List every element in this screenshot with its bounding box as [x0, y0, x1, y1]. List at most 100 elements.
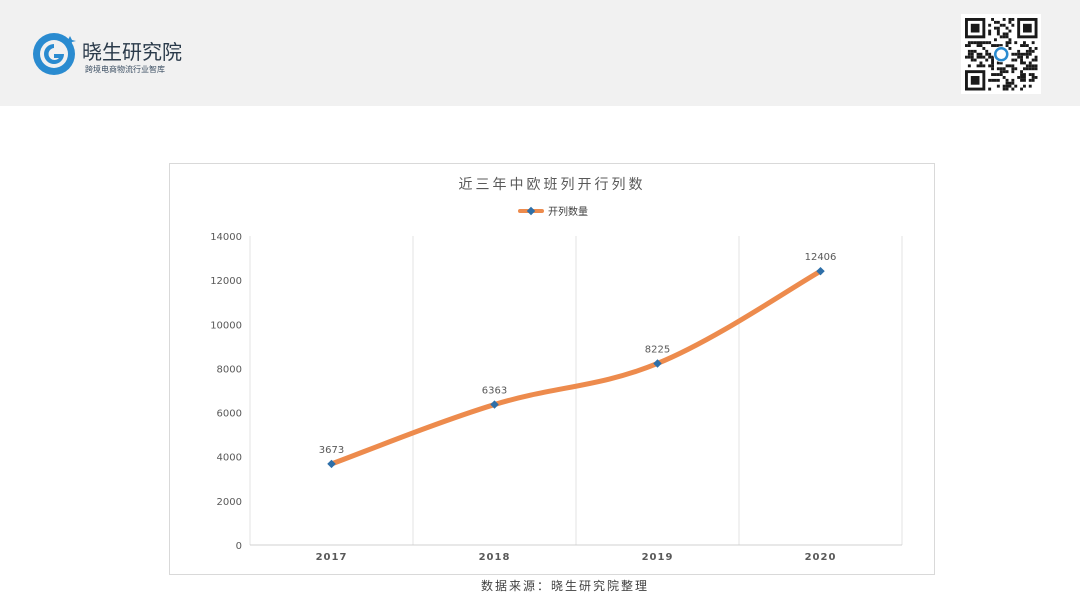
qr-module — [1011, 58, 1015, 62]
qr-code-icon — [961, 14, 1041, 94]
qr-module — [1031, 41, 1035, 45]
qr-module — [994, 73, 997, 76]
qr-module — [1028, 52, 1032, 56]
y-tick-label: 12000 — [210, 276, 242, 287]
qr-module — [1034, 58, 1038, 62]
qr-module — [970, 52, 974, 56]
qr-module — [996, 32, 1000, 36]
qr-module — [1011, 70, 1015, 74]
qr-module — [999, 73, 1003, 76]
qr-module — [996, 73, 1000, 76]
qr-module — [985, 41, 989, 45]
qr-module — [970, 55, 974, 59]
qr-module — [979, 61, 983, 65]
line-chart: 0 2000 4000 6000 8000 10000 12000 14000 2017 2018… — [210, 232, 903, 563]
qr-module — [994, 26, 997, 30]
qr-module — [1008, 81, 1012, 85]
qr-module — [1017, 52, 1021, 56]
qr-module — [1020, 73, 1023, 76]
qr-module — [1020, 55, 1023, 59]
qr-module — [999, 35, 1003, 39]
qr-module — [991, 64, 994, 68]
qr-module — [988, 41, 992, 45]
qr-module — [988, 32, 992, 36]
y-tick-label: 2000 — [217, 497, 242, 508]
brand-logo: 晓生研究院 跨境电商物流行业智库 — [32, 30, 182, 82]
qr-module — [965, 44, 968, 47]
x-tick-label: 2019 — [642, 552, 674, 563]
brand-subtitle: 跨境电商物流行业智库 — [85, 65, 165, 74]
qr-module — [1005, 41, 1009, 45]
qr-module — [1008, 84, 1012, 88]
qr-module — [988, 23, 992, 27]
qr-module — [1020, 58, 1023, 62]
qr-module — [994, 38, 997, 42]
qr-module — [973, 49, 977, 53]
x-tick-label: 2018 — [479, 552, 511, 563]
qr-module — [988, 78, 992, 82]
qr-module — [1014, 41, 1018, 45]
qr-module — [1023, 78, 1026, 82]
qr-module — [996, 20, 1000, 24]
x-tick-label: 2020 — [805, 552, 837, 563]
qr-module — [994, 44, 997, 47]
qr-module — [1002, 70, 1006, 74]
qr-module — [1034, 55, 1038, 59]
qr-module — [976, 44, 980, 47]
qr-module — [967, 55, 971, 59]
qr-module — [988, 87, 992, 91]
qr-module — [985, 52, 989, 56]
qr-module — [1025, 67, 1029, 71]
y-tick-label: 14000 — [210, 232, 242, 243]
qr-module — [1011, 52, 1015, 56]
qr-module — [1011, 78, 1015, 82]
qr-module — [988, 29, 992, 33]
qr-module — [991, 18, 994, 21]
qr-module — [970, 49, 974, 53]
qr-module — [1011, 87, 1015, 91]
qr-module — [976, 52, 980, 56]
qr-module — [1028, 84, 1032, 88]
qr-module — [1020, 87, 1023, 91]
qr-module — [996, 84, 1000, 88]
data-label: 12406 — [805, 252, 837, 263]
qr-module — [1017, 76, 1021, 79]
qr-module — [1034, 76, 1038, 79]
qr-module — [1014, 58, 1018, 62]
qr-module — [1014, 84, 1018, 88]
qr-module — [970, 76, 980, 85]
page-header: 晓生研究院 跨境电商物流行业智库 — [0, 0, 1080, 106]
qr-module — [1005, 26, 1009, 30]
qr-module — [996, 26, 1000, 30]
data-source-note: 数据来源：晓生研究院整理 — [480, 579, 649, 593]
brand-title: 晓生研究院 — [82, 40, 182, 64]
y-tick-label: 8000 — [217, 364, 242, 375]
qr-module — [970, 23, 980, 33]
qr-module — [1023, 61, 1026, 65]
qr-module — [996, 29, 1000, 33]
qr-module — [994, 78, 997, 82]
qr-module — [1011, 64, 1015, 68]
qr-module — [1008, 18, 1012, 21]
qr-module — [999, 70, 1003, 74]
qr-module — [991, 58, 994, 62]
data-label: 8225 — [645, 344, 670, 355]
qr-module — [1011, 23, 1015, 27]
qr-module — [1031, 73, 1035, 76]
qr-module — [1008, 38, 1012, 42]
qr-module — [976, 64, 980, 68]
qr-module — [1031, 58, 1035, 62]
qr-module — [1028, 49, 1032, 53]
qr-module — [967, 44, 971, 47]
qr-module — [1005, 78, 1009, 82]
qr-module — [1020, 44, 1023, 47]
qr-module — [967, 52, 971, 56]
qr-module — [1005, 35, 1009, 39]
qr-module — [1031, 49, 1035, 53]
qr-module — [1008, 20, 1012, 24]
qr-module — [994, 20, 997, 24]
qr-module — [1002, 67, 1006, 71]
qr-module — [967, 41, 971, 45]
qr-module — [1008, 29, 1012, 33]
qr-module — [1023, 84, 1026, 88]
